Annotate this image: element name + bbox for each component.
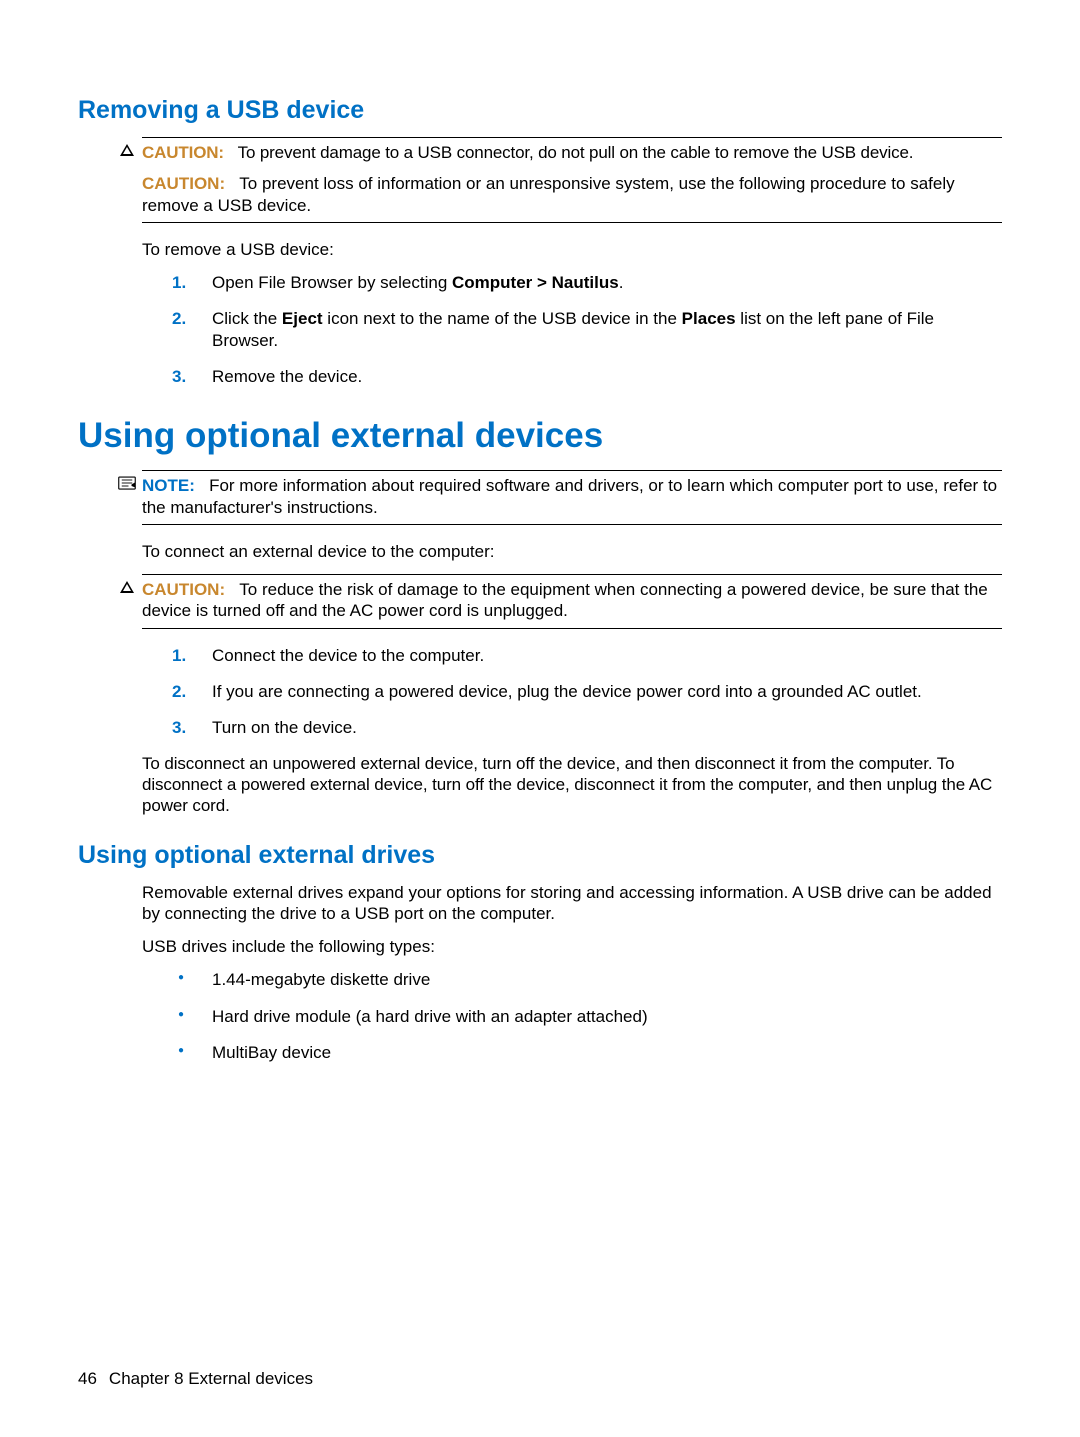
step-text: . bbox=[619, 273, 624, 292]
step-text: Turn on the device. bbox=[212, 718, 357, 737]
list-item: 3. Turn on the device. bbox=[172, 717, 1002, 739]
list-number: 2. bbox=[172, 308, 186, 330]
caution-block-1: CAUTION: To prevent damage to a USB conn… bbox=[142, 137, 1002, 223]
page-footer: 46 Chapter 8 External devices bbox=[78, 1369, 313, 1389]
list-item: 1.44-megabyte diskette drive bbox=[172, 969, 1002, 991]
list-item: 2. If you are connecting a powered devic… bbox=[172, 681, 1002, 703]
caution-label: CAUTION: bbox=[142, 174, 225, 193]
list-number: 1. bbox=[172, 645, 186, 667]
caution-label: CAUTION: bbox=[142, 143, 224, 162]
bullet-text: MultiBay device bbox=[212, 1043, 331, 1062]
bullet-text: 1.44-megabyte diskette drive bbox=[212, 970, 430, 989]
chapter-label: Chapter 8 External devices bbox=[109, 1369, 313, 1388]
list-item: 3. Remove the device. bbox=[172, 366, 1002, 388]
step-text: icon next to the name of the USB device … bbox=[323, 309, 682, 328]
document-page: Removing a USB device CAUTION: To preven… bbox=[0, 0, 1080, 1437]
intro-text: To remove a USB device: bbox=[142, 239, 1002, 260]
ordered-list-remove-usb: 1. Open File Browser by selecting Comput… bbox=[172, 272, 1002, 388]
bold-text: Places bbox=[682, 309, 736, 328]
page-number: 46 bbox=[78, 1369, 97, 1388]
bold-text: Computer > Nautilus bbox=[452, 273, 619, 292]
step-text: If you are connecting a powered device, … bbox=[212, 682, 922, 701]
ordered-list-connect-device: 1. Connect the device to the computer. 2… bbox=[172, 645, 1002, 739]
caution-text: To prevent loss of information or an unr… bbox=[142, 174, 955, 214]
bullet-list-drive-types: 1.44-megabyte diskette drive Hard drive … bbox=[172, 969, 1002, 1063]
paragraph: Removable external drives expand your op… bbox=[142, 882, 1002, 925]
bullet-text: Hard drive module (a hard drive with an … bbox=[212, 1007, 648, 1026]
caution-triangle-icon bbox=[118, 580, 136, 598]
caution-label: CAUTION: bbox=[142, 580, 225, 599]
bold-text: Eject bbox=[282, 309, 323, 328]
list-number: 3. bbox=[172, 366, 186, 388]
caution-triangle-icon bbox=[118, 143, 136, 161]
list-item: 1. Connect the device to the computer. bbox=[172, 645, 1002, 667]
note-label: NOTE: bbox=[142, 476, 195, 495]
list-number: 2. bbox=[172, 681, 186, 703]
heading-external-devices: Using optional external devices bbox=[78, 416, 1002, 456]
step-text: Remove the device. bbox=[212, 367, 362, 386]
caution-block-2: CAUTION: To reduce the risk of damage to… bbox=[142, 574, 1002, 629]
note-text: For more information about required soft… bbox=[142, 476, 997, 516]
intro-text: To connect an external device to the com… bbox=[142, 541, 1002, 562]
outro-text: To disconnect an unpowered external devi… bbox=[142, 753, 1002, 817]
note-block: NOTE: For more information about require… bbox=[142, 470, 1002, 525]
caution-text: To prevent damage to a USB connector, do… bbox=[238, 143, 914, 162]
list-item: 1. Open File Browser by selecting Comput… bbox=[172, 272, 1002, 294]
list-item: 2. Click the Eject icon next to the name… bbox=[172, 308, 1002, 352]
list-item: Hard drive module (a hard drive with an … bbox=[172, 1006, 1002, 1028]
step-text: Connect the device to the computer. bbox=[212, 646, 484, 665]
heading-external-drives: Using optional external drives bbox=[78, 841, 1002, 870]
note-icon bbox=[118, 476, 136, 495]
heading-removing-usb: Removing a USB device bbox=[78, 96, 1002, 125]
paragraph: USB drives include the following types: bbox=[142, 936, 1002, 957]
step-text: Click the bbox=[212, 309, 282, 328]
step-text: Open File Browser by selecting bbox=[212, 273, 452, 292]
list-number: 1. bbox=[172, 272, 186, 294]
caution-text: To reduce the risk of damage to the equi… bbox=[142, 580, 988, 620]
list-number: 3. bbox=[172, 717, 186, 739]
list-item: MultiBay device bbox=[172, 1042, 1002, 1064]
